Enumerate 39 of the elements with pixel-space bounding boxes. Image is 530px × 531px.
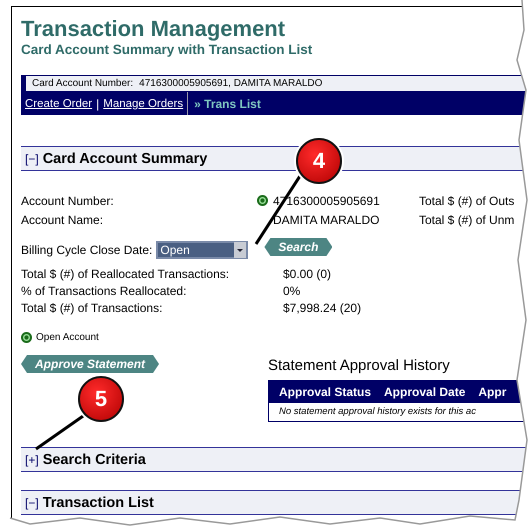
field-label: Total $ (#) of Reallocated Transactions:: [21, 267, 230, 283]
page-subtitle: Card Account Summary with Transaction List: [21, 42, 314, 57]
field-label: Total $ (#) of Transactions:: [21, 301, 164, 317]
field-label: Total $ (#) of Outs: [419, 194, 514, 208]
page-title: Transaction Management: [21, 17, 286, 41]
current-page-tab[interactable]: » Trans List: [188, 96, 261, 110]
nav-link[interactable]: Manage Orders: [103, 98, 184, 110]
collapse-toggle[interactable]: [−]: [25, 152, 39, 166]
field-value: $0.00 (0): [283, 267, 332, 283]
field-label: % of Transactions Reallocated:: [21, 284, 188, 300]
expand-toggle[interactable]: [+]: [25, 452, 39, 466]
account-label: Card Account Number:: [32, 78, 134, 89]
section-title: Transaction List: [42, 494, 154, 510]
history-title: Statement Approval History: [268, 357, 451, 374]
column-header: Approval Date: [384, 385, 466, 399]
callout-badge: 5: [78, 376, 124, 422]
nav-link[interactable]: Create Order: [25, 98, 92, 110]
account-value: 4716300005905691, DAMITA MARALDO: [139, 78, 322, 89]
field-label: Total $ (#) of Unm: [419, 212, 514, 226]
field-value: 0%: [283, 284, 300, 300]
field-value: $7,998.24 (20): [283, 301, 362, 317]
search-button[interactable]: Search: [264, 238, 332, 256]
empty-message: No statement approval history exists for this ac: [278, 405, 477, 419]
field-label: Account Number:: [21, 194, 115, 208]
link-separator: |: [96, 96, 100, 110]
caret-icon: [234, 242, 246, 258]
column-header: Appr: [478, 385, 506, 399]
expand-toggle[interactable]: [−]: [25, 496, 39, 510]
column-header: Approval Status: [279, 385, 372, 399]
approve-statement-button[interactable]: Approve Statement: [21, 355, 160, 373]
callout-badge: 4: [296, 138, 342, 184]
field-label: Account Name:: [21, 212, 104, 226]
legend-label: Open Account: [36, 332, 99, 343]
field-value: DAMITA MARALDO: [273, 212, 380, 226]
field-label: Billing Cycle Close Date:: [21, 243, 152, 257]
section-title: Search Criteria: [42, 452, 146, 468]
billing-date-dropdown[interactable]: Open: [156, 241, 248, 259]
section-title: Card Account Summary: [42, 150, 208, 166]
status-icon: [21, 332, 32, 343]
